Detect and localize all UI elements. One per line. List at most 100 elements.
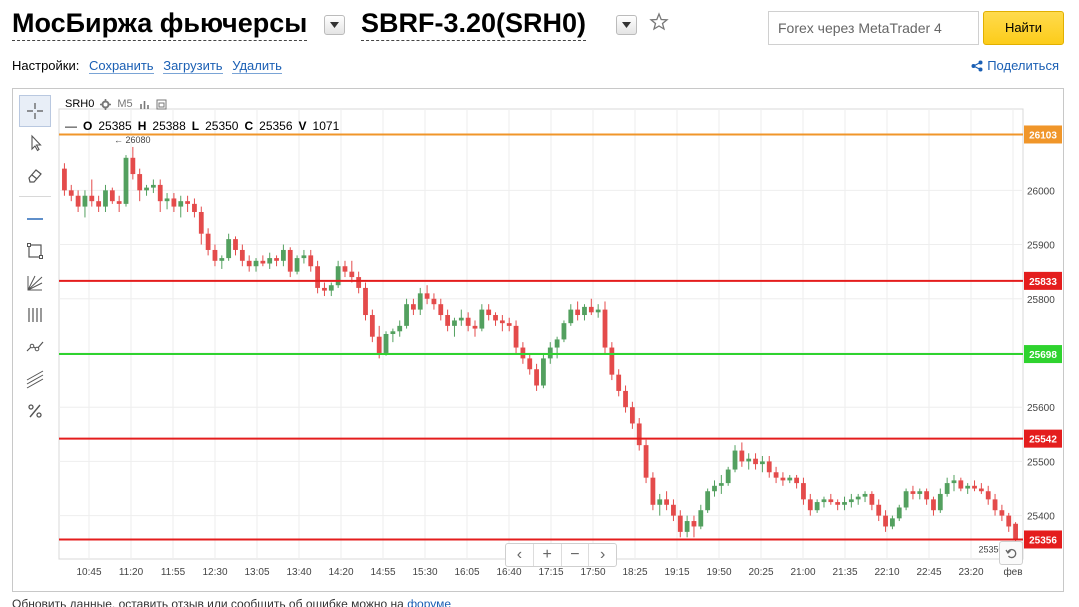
candle-body — [814, 502, 820, 511]
candle-body — [486, 309, 492, 316]
candle-body — [978, 488, 984, 492]
timeframe-label[interactable]: M5 — [117, 98, 132, 110]
candle-body — [452, 320, 457, 326]
candle-body — [513, 325, 519, 348]
candle-body — [445, 315, 451, 326]
candle-body — [903, 491, 909, 508]
candle-body — [561, 323, 567, 340]
candle-body — [465, 317, 471, 326]
share-icon — [971, 60, 983, 71]
candle-body — [684, 521, 690, 532]
candle-body — [205, 233, 211, 250]
symbol-label: SRH0 — [65, 98, 95, 110]
candle-body — [739, 450, 745, 462]
candle-body — [390, 331, 396, 334]
reset-chart-button[interactable] — [999, 541, 1023, 565]
search-input[interactable]: Forex через MetaTrader 4 — [768, 11, 979, 45]
candle-body — [472, 325, 478, 329]
x-tick-label: 21:00 — [790, 567, 815, 578]
candlestick-chart[interactable]: 10:45 11:20 11:55 12:30 13:05 13:40 14:20 14:55… — [13, 89, 1063, 591]
candle-body — [287, 249, 293, 272]
window-icon[interactable] — [156, 99, 167, 110]
x-tick-label: 21:35 — [832, 567, 857, 578]
bar-chart-icon[interactable] — [139, 99, 150, 110]
candle-body — [68, 190, 74, 196]
x-tick-label: 23:20 — [958, 567, 983, 578]
candle-body — [636, 423, 642, 446]
chart-container[interactable]: 10:45 11:20 11:55 12:30 13:05 13:40 14:20 14:55… — [12, 88, 1064, 592]
candle-body — [144, 187, 149, 191]
x-tick-label: 16:05 — [454, 567, 479, 578]
zoom-in-button[interactable]: + — [534, 544, 562, 566]
zoom-out-button[interactable]: − — [562, 544, 590, 566]
candle-body — [520, 347, 526, 359]
candle-body — [212, 249, 218, 261]
chevron-down-icon — [622, 22, 631, 28]
candle-body — [233, 239, 238, 250]
star-icon[interactable] — [649, 12, 669, 32]
y-tick-label: 25800 — [1027, 295, 1055, 306]
candle-body — [582, 306, 587, 316]
candle-body — [267, 258, 273, 264]
candle-body — [643, 445, 649, 478]
candle-body — [301, 255, 307, 259]
candle-body — [499, 320, 505, 324]
candle-body — [862, 493, 868, 497]
candle-body — [62, 168, 67, 191]
x-tick-label: 16:40 — [496, 567, 521, 578]
candle-body — [568, 309, 574, 324]
candle-body — [294, 258, 300, 272]
candle-body — [280, 249, 286, 261]
exchange-title[interactable]: МосБиржа фьючерсы — [12, 6, 308, 41]
x-tick-label: 17:15 — [538, 567, 563, 578]
open-value: 25385 — [98, 119, 132, 133]
volume-label: V — [298, 119, 307, 133]
ticker-title[interactable]: SBRF-3.20(SRH0) — [361, 6, 587, 41]
candle-body — [951, 480, 957, 484]
candle-body — [397, 325, 403, 332]
candle-body — [479, 309, 485, 329]
high-value: 25388 — [152, 119, 186, 133]
candle-body — [417, 293, 423, 310]
low-value: 25350 — [205, 119, 239, 133]
save-link[interactable]: Сохранить — [88, 58, 154, 74]
candle-body — [732, 450, 738, 470]
forum-link[interactable]: форуме — [407, 597, 451, 607]
scroll-left-button[interactable]: ‹ — [506, 544, 534, 566]
candle-body — [609, 347, 615, 375]
scroll-right-button[interactable]: › — [589, 544, 616, 566]
close-label: C — [244, 119, 254, 133]
candle-body — [602, 309, 608, 348]
candle-body — [1013, 523, 1018, 540]
undo-icon — [1004, 548, 1016, 558]
candle-body — [157, 184, 163, 202]
candle-body — [96, 201, 102, 207]
x-tick-label: 11:20 — [119, 567, 144, 578]
x-tick-label: 10:45 — [76, 567, 101, 578]
candle-body — [260, 260, 266, 264]
gear-icon[interactable] — [100, 98, 112, 110]
load-link[interactable]: Загрузить — [163, 58, 223, 74]
x-tick-label: 22:45 — [916, 567, 941, 578]
candle-body — [992, 499, 998, 511]
candle-body — [677, 515, 683, 532]
candle-body — [780, 477, 786, 481]
x-tick-label: 12:30 — [202, 567, 227, 578]
x-tick-label: фев — [1003, 566, 1022, 578]
candle-body — [773, 472, 779, 478]
candle-body — [869, 493, 875, 505]
candle-body — [431, 298, 437, 305]
ticker-dropdown-button[interactable] — [616, 15, 637, 35]
high-annotation: ← 26080 — [114, 135, 151, 145]
candle-body — [623, 390, 628, 408]
candle-body — [253, 260, 259, 267]
share-link[interactable]: Поделиться — [971, 58, 1059, 73]
search-button[interactable]: Найти — [983, 11, 1064, 45]
x-tick-label: 17:50 — [580, 567, 605, 578]
exchange-dropdown-button[interactable] — [324, 15, 345, 35]
level-label: 25542 — [1029, 435, 1057, 446]
candle-body — [937, 493, 943, 511]
candle-body — [308, 255, 314, 267]
candle-body — [985, 491, 991, 500]
delete-link[interactable]: Удалить — [232, 58, 282, 74]
